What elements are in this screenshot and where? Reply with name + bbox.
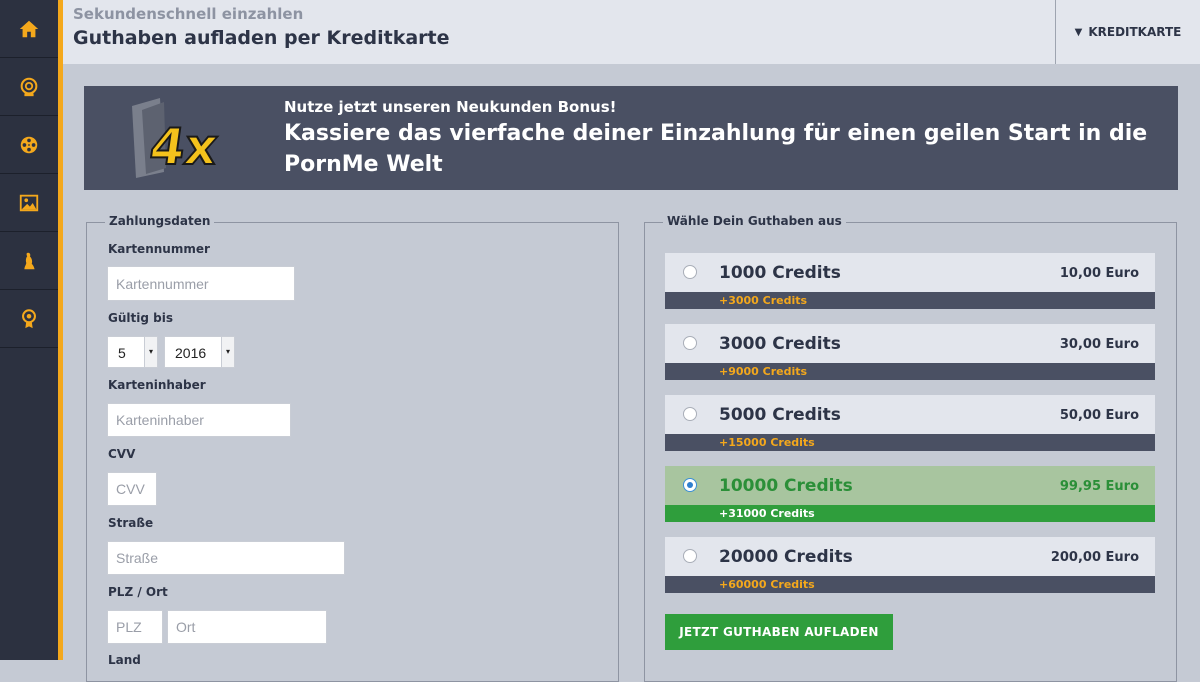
card-holder-label: Karteninhaber [108,378,206,392]
credit-option-price: 30,00 Euro [1059,337,1139,352]
credit-option-10000[interactable]: 10000 Credits 99,95 Euro +31000 Credits [665,466,1155,522]
credit-option-price: 10,00 Euro [1059,266,1139,281]
sidebar-item-awards[interactable] [0,290,58,348]
sidebar-item-webcam[interactable] [0,58,58,116]
credit-option-bonus-bar: +3000 Credits [665,292,1155,309]
credit-option-bonus: +3000 Credits [719,294,808,307]
credit-option-bonus-bar: +9000 Credits [665,363,1155,380]
street-input[interactable] [107,541,345,575]
valid-until-label: Gültig bis [108,311,173,325]
expiry-month-select[interactable]: 5 ▾ [107,336,158,368]
sidebar-item-images[interactable] [0,174,58,232]
expiry-year-value: 2016 [175,345,207,361]
page-title: Guthaben aufladen per Kreditkarte [73,27,450,49]
credit-option-bonus-bar: +15000 Credits [665,434,1155,451]
credit-selection-legend: Wähle Dein Guthaben aus [663,214,846,228]
credit-option-bonus: +31000 Credits [719,507,815,520]
radio-button[interactable] [683,407,697,421]
film-reel-icon [20,136,38,153]
banner-title: Kassiere das vierfache deiner Einzahlung… [284,121,1148,177]
page-subtitle: Sekundenschnell einzahlen [73,5,304,23]
banner-subtitle: Nutze jetzt unseren Neukunden Bonus! [284,98,617,116]
credit-option-name: 5000 Credits [719,405,841,425]
credit-option-price: 200,00 Euro [1050,550,1139,565]
street-label: Straße [108,516,154,530]
cvv-input[interactable] [107,472,157,506]
credit-option-20000[interactable]: 20000 Credits 200,00 Euro +60000 Credits [665,537,1155,593]
credit-option-main: 3000 Credits 30,00 Euro [665,324,1155,363]
page-header: Sekundenschnell einzahlen Guthaben aufla… [63,0,1200,64]
credit-option-bonus-bar: +60000 Credits [665,576,1155,593]
credit-option-1000[interactable]: 1000 Credits 10,00 Euro +3000 Credits [665,253,1155,309]
bonus-banner: 4x Nutze jetzt unseren Neukunden Bonus! … [84,86,1178,190]
select-arrow-icon: ▾ [221,337,234,367]
credit-option-bonus: +9000 Credits [719,365,808,378]
credit-option-5000[interactable]: 5000 Credits 50,00 Euro +15000 Credits [665,395,1155,451]
credit-option-main: 5000 Credits 50,00 Euro [665,395,1155,434]
city-input[interactable] [167,610,327,644]
card-number-input[interactable] [107,266,295,301]
card-holder-input[interactable] [107,403,291,437]
cvv-label: CVV [108,447,136,461]
credit-option-name: 20000 Credits [719,547,853,567]
credit-option-name: 1000 Credits [719,263,841,283]
4x-badge-icon: 4x [132,98,220,178]
radio-button[interactable] [683,336,697,350]
credit-option-bonus-bar: +31000 Credits [665,505,1155,522]
expiry-year-select[interactable]: 2016 ▾ [164,336,235,368]
credit-option-name: 10000 Credits [719,476,853,496]
credit-option-name: 3000 Credits [719,334,841,354]
zip-input[interactable] [107,610,163,644]
image-icon [19,194,39,211]
webcam-icon [20,77,38,96]
payment-method-dropdown[interactable]: ▼ KREDITKARTE [1056,0,1200,64]
svg-text:4x: 4x [146,117,220,176]
caret-down-icon: ▼ [1074,26,1083,38]
radio-button[interactable] [683,549,697,563]
sidebar-item-models[interactable] [0,232,58,290]
home-icon [19,20,39,37]
zip-city-label: PLZ / Ort [108,585,168,599]
payment-details-legend: Zahlungsdaten [105,214,215,228]
credit-option-main: 1000 Credits 10,00 Euro [665,253,1155,292]
accent-bar [58,0,63,660]
credit-option-main: 10000 Credits 99,95 Euro [665,466,1155,505]
award-icon [22,308,36,328]
sidebar-nav [0,0,58,660]
credit-option-bonus: +60000 Credits [719,578,815,591]
figure-icon [24,252,35,269]
expiry-month-value: 5 [118,345,126,361]
country-label: Land [108,653,141,667]
credit-option-main: 20000 Credits 200,00 Euro [665,537,1155,576]
credit-option-price: 50,00 Euro [1059,408,1139,423]
submit-topup-button[interactable]: JETZT GUTHABEN AUFLADEN [665,614,893,650]
credit-option-3000[interactable]: 3000 Credits 30,00 Euro +9000 Credits [665,324,1155,380]
credit-option-bonus: +15000 Credits [719,436,815,449]
radio-button[interactable] [683,265,697,279]
payment-method-label: KREDITKARTE [1088,25,1182,39]
sidebar-item-videos[interactable] [0,116,58,174]
radio-button-selected[interactable] [683,478,697,492]
card-number-label: Kartennummer [108,242,210,256]
select-arrow-icon: ▾ [144,337,157,367]
sidebar-item-home[interactable] [0,0,58,58]
credit-option-price: 99,95 Euro [1059,479,1139,494]
